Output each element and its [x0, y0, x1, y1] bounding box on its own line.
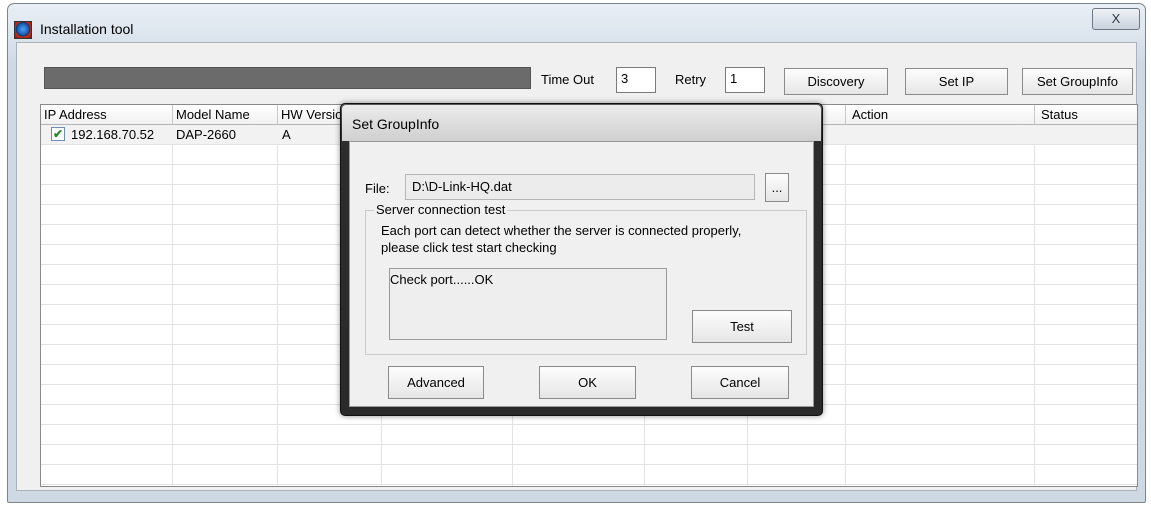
set-groupinfo-dialog: Set GroupInfo File: D:\D-Link-HQ.dat ...… [340, 103, 823, 416]
timeout-input[interactable]: 3 [616, 67, 656, 93]
cancel-button[interactable]: Cancel [691, 366, 789, 399]
ok-button[interactable]: OK [539, 366, 636, 399]
browse-button[interactable]: ... [765, 173, 789, 202]
result-text: Check port......OK [390, 272, 494, 287]
dialog-title: Set GroupInfo [352, 116, 440, 132]
group-title: Server connection test [374, 202, 508, 217]
col-status[interactable]: Status [1035, 105, 1137, 125]
dialog-title-bar[interactable]: Set GroupInfo [342, 105, 821, 141]
server-connection-test-group: Server connection test Each port can det… [365, 202, 807, 355]
timeout-label: Time Out [541, 72, 594, 87]
set-ip-button[interactable]: Set IP [905, 68, 1008, 95]
dialog-body: File: D:\D-Link-HQ.dat ... Server connec… [349, 141, 814, 407]
row-ip: 192.168.70.52 [71, 127, 155, 142]
col-model-name[interactable]: Model Name [173, 105, 278, 125]
row-hw: A [282, 127, 291, 142]
set-groupinfo-button[interactable]: Set GroupInfo [1022, 68, 1133, 95]
window-title: Installation tool [40, 21, 134, 37]
row-checkbox[interactable]: ✔ [51, 127, 65, 141]
progress-bar [44, 67, 531, 89]
discovery-button[interactable]: Discovery [784, 68, 888, 95]
retry-label: Retry [675, 72, 707, 87]
file-label: File: [365, 181, 390, 196]
description-line-2: please click test start checking [381, 240, 557, 255]
description-line-1: Each port can detect whether the server … [381, 223, 742, 238]
advanced-button[interactable]: Advanced [388, 366, 484, 399]
close-button[interactable]: X [1092, 8, 1140, 30]
file-path-field[interactable]: D:\D-Link-HQ.dat [405, 174, 755, 200]
col-ip-address[interactable]: IP Address [41, 105, 173, 125]
result-box: Check port......OK [389, 268, 667, 340]
app-icon [14, 21, 32, 39]
title-bar[interactable]: Installation tool X [8, 4, 1145, 42]
retry-input[interactable]: 1 [725, 67, 765, 93]
test-button[interactable]: Test [692, 310, 792, 343]
row-model: DAP-2660 [176, 127, 236, 142]
col-action[interactable]: Action [846, 105, 1035, 125]
